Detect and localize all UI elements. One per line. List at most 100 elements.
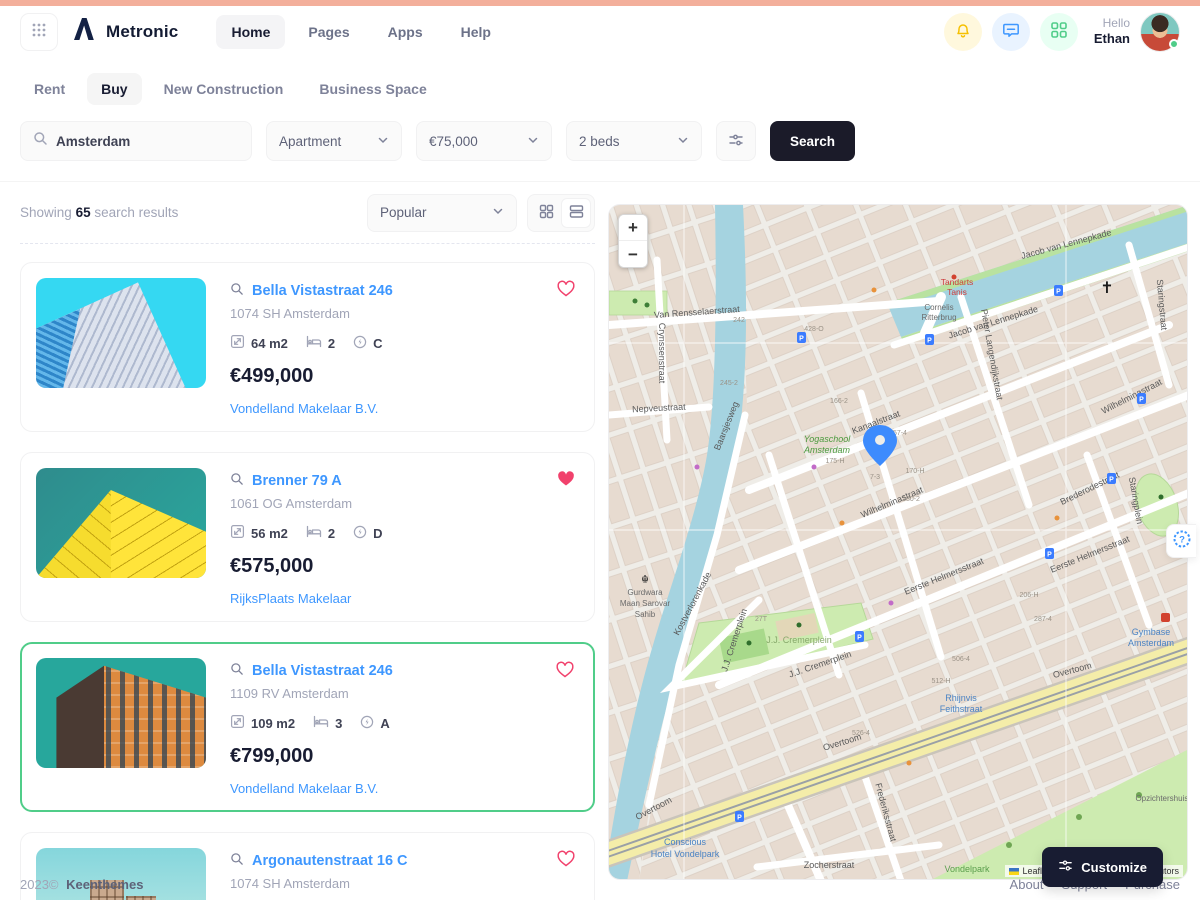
listing-card-selected[interactable]: Bella Vistastraat 246 1109 RV Amsterdam … [20,642,595,812]
notifications-button[interactable] [944,13,982,51]
map-label: Hotel Vondelpark [651,849,720,859]
nav-item-help[interactable]: Help [446,15,506,49]
listing-title-row[interactable]: Brenner 79 A [230,472,383,490]
map-number: 287-4 [1034,616,1052,623]
magnifier-icon [230,472,244,490]
heart-outline-icon [555,667,575,682]
price-value: €75,000 [429,134,478,149]
tab-buy[interactable]: Buy [87,73,141,105]
listing-body: Brenner 79 A 1061 OG Amsterdam 56 m2 2 D… [230,468,383,606]
listing-title-row[interactable]: Bella Vistastraat 246 [230,282,393,300]
bell-icon [954,21,972,42]
footer-link-about[interactable]: About [1010,877,1044,892]
avatar[interactable] [1140,12,1180,52]
listing-specs: 56 m2 2 D [230,524,383,542]
more-filters-button[interactable] [716,121,756,161]
listing-agency-link[interactable]: Vondelland Makelaar B.V. [230,401,393,416]
map-label: Opzichtershuisje [1135,794,1188,803]
listing-card[interactable]: Bella Vistastraat 246 1074 SH Amsterdam … [20,262,595,432]
listing-title[interactable]: Bella Vistastraat 246 [252,663,393,679]
listing-title[interactable]: Brenner 79 A [252,473,342,489]
parking-icon: P [855,631,864,642]
app-launcher-button[interactable] [20,13,58,51]
area-icon [230,334,245,352]
map-number: 206-H [1019,592,1038,599]
listing-card[interactable]: Brenner 79 A 1061 OG Amsterdam 56 m2 2 D… [20,452,595,622]
parking-icon: P [1107,473,1116,484]
company-link[interactable]: Keenthemes [66,877,143,892]
map-number: 170-H [905,468,924,475]
search-input[interactable] [56,134,239,149]
map-number: 7-3 [870,474,880,481]
purple-dot-poi [695,465,700,470]
beds-count: 3 [335,716,342,731]
beds-spec: 3 [313,715,342,731]
property-image[interactable] [36,278,206,388]
beds-select[interactable]: 2 beds [566,121,702,161]
map-number: 242 [733,317,745,324]
zoom-out-button[interactable]: − [619,241,647,267]
price-select[interactable]: €75,000 [416,121,552,161]
church-cross-icon: ✝ [1100,280,1113,297]
apps-button[interactable] [1040,13,1078,51]
map-canvas[interactable]: Jacob van Lennepkade Jacob van Lennepkad… [608,204,1188,880]
map-number: 512-H [931,678,950,685]
listing-address: 1074 SH Amsterdam [230,306,393,321]
chat-button[interactable] [992,13,1030,51]
sort-select[interactable]: Popular [367,194,517,232]
listing-agency-link[interactable]: RijksPlaats Makelaar [230,591,383,606]
bed-icon [306,335,322,351]
parking-icon: P [925,334,934,345]
nav-item-pages[interactable]: Pages [293,15,364,49]
favorite-button[interactable] [556,279,576,301]
list-view-button[interactable] [561,198,591,228]
tab-rent[interactable]: Rent [20,73,79,105]
listing-agency-link[interactable]: Vondelland Makelaar B.V. [230,781,393,796]
tab-new-construction[interactable]: New Construction [150,73,298,105]
favorite-button[interactable] [555,660,575,682]
area-spec: 56 m2 [230,524,288,542]
parking-icon: P [1045,548,1054,559]
help-drawer-button[interactable]: ? [1166,524,1196,558]
property-type-select[interactable]: Apartment [266,121,402,161]
listing-title[interactable]: Argonautenstraat 16 C [252,853,408,869]
logo[interactable]: Metronic [72,17,178,46]
nav-item-home[interactable]: Home [216,15,285,49]
heart-outline-icon [556,286,576,301]
customize-button[interactable]: Customize [1042,847,1163,887]
area-spec: 109 m2 [230,714,295,732]
heart-filled-icon [556,476,576,491]
orange-dot-poi [840,521,845,526]
listing-title-row[interactable]: Bella Vistastraat 246 [230,662,393,680]
beds-spec: 2 [306,525,335,541]
header-left: Metronic Home Pages Apps Help [20,13,506,51]
orange-dot-poi [1055,516,1060,521]
favorite-button[interactable] [556,469,576,491]
zoom-in-button[interactable]: + [619,215,647,241]
map-label: Ritterbrug [921,313,956,322]
area-icon [230,524,245,542]
copyright: 2023© Keenthemes [20,877,143,892]
magnifier-icon [230,662,244,680]
property-image[interactable] [36,468,206,578]
map-number: 245-2 [720,380,738,387]
red-poi-icon [1161,613,1170,622]
map-label: Gymbase [1132,627,1171,637]
beds-count: 2 [328,526,335,541]
orange-dot-poi [872,288,877,293]
property-image[interactable] [36,658,206,768]
showing-suffix: search results [94,205,178,220]
nav-item-apps[interactable]: Apps [373,15,438,49]
grid-view-button[interactable] [531,198,561,228]
listing-title[interactable]: Bella Vistastraat 246 [252,283,393,299]
energy-label-icon [353,335,367,352]
area-value: 56 m2 [251,526,288,541]
svg-text:P: P [927,338,932,345]
chat-icon [1002,21,1020,42]
svg-text:P: P [1056,289,1061,296]
listing-price: €575,000 [230,555,383,578]
tab-business-space[interactable]: Business Space [305,73,440,105]
location-search [20,121,252,161]
search-button[interactable]: Search [770,121,855,161]
map-wrap: Jacob van Lennepkade Jacob van Lennepkad… [608,204,1188,880]
